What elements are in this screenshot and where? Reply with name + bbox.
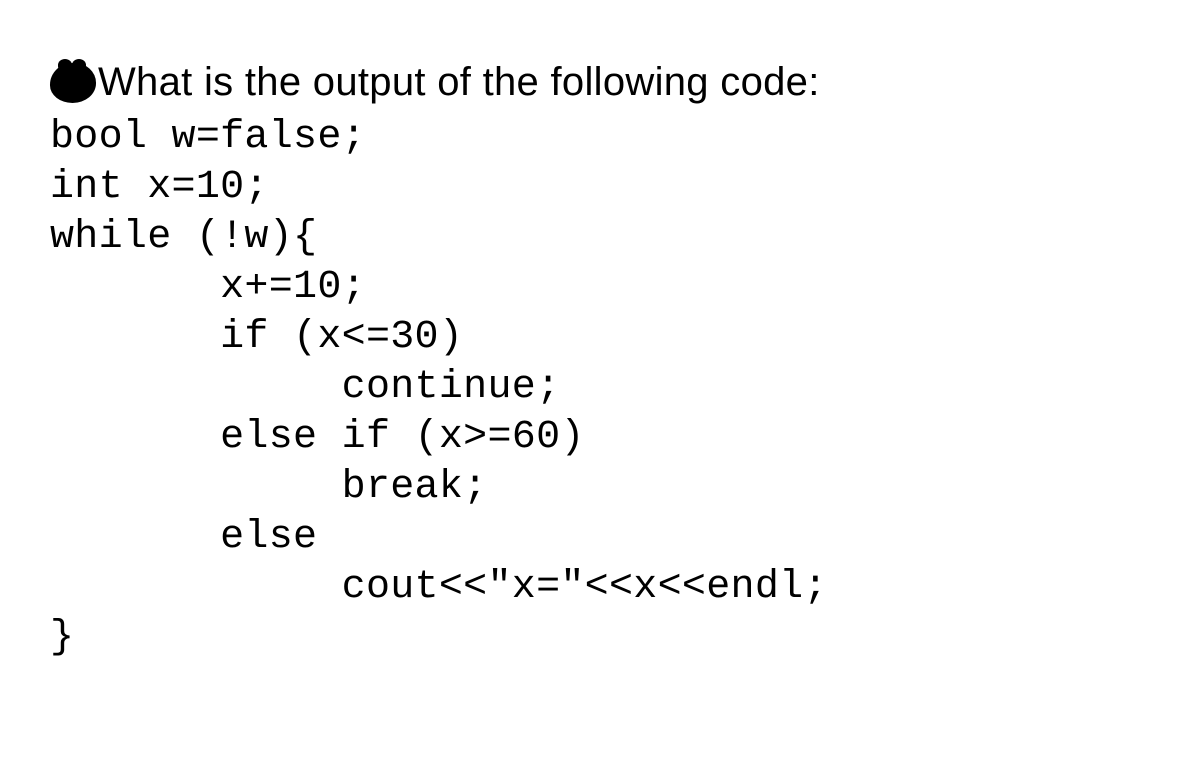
code-line: x+=10; (50, 265, 366, 310)
code-line: while (!w){ (50, 215, 317, 260)
code-line: else (50, 515, 317, 560)
code-line: if (x<=30) (50, 315, 463, 360)
code-line: break; (50, 465, 487, 510)
code-line: bool w=false; (50, 115, 366, 160)
question-container: What is the output of the following code… (50, 60, 1150, 663)
code-line: continue; (50, 365, 560, 410)
code-line: cout<<"x="<<x<<endl; (50, 565, 828, 610)
code-line: } (50, 615, 74, 660)
cloud-bullet-icon (50, 63, 96, 103)
question-text: What is the output of the following code… (98, 60, 820, 105)
code-block: bool w=false; int x=10; while (!w){ x+=1… (50, 113, 1150, 663)
code-line: int x=10; (50, 165, 269, 210)
code-line: else if (x>=60) (50, 415, 585, 460)
question-heading-row: What is the output of the following code… (50, 60, 1150, 105)
